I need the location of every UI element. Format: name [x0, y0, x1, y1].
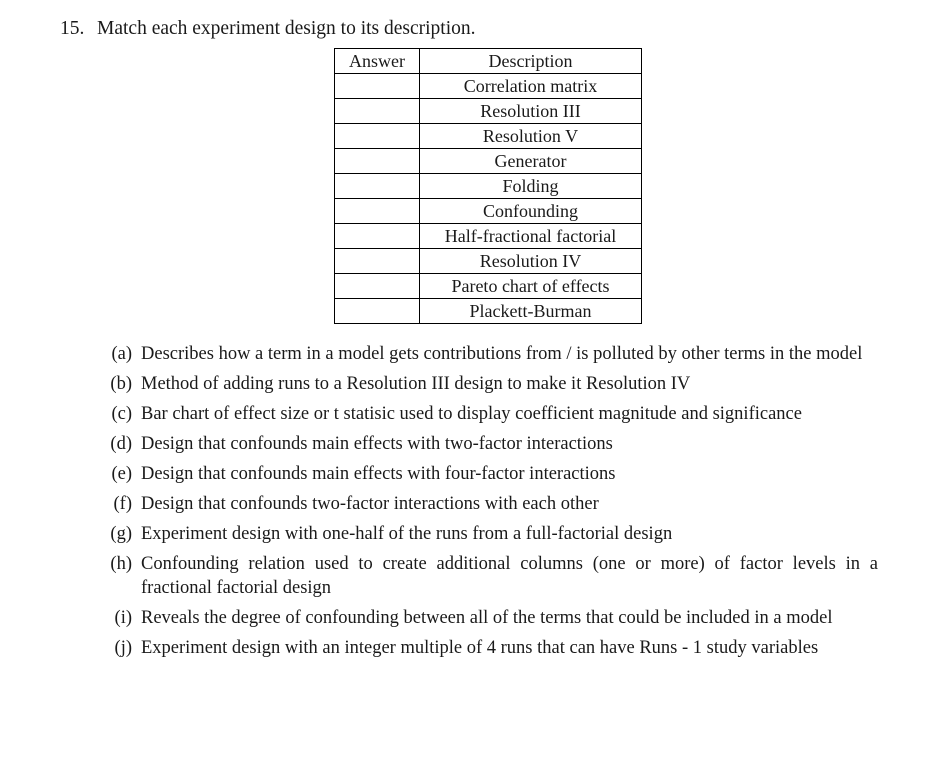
question-heading: 15. Match each experiment design to its … [60, 16, 880, 41]
option-text: Experiment design with one-half of the r… [141, 524, 673, 544]
option-item: (c) Bar chart of effect size or t statisi… [103, 402, 878, 426]
question-prompt: Match each experiment design to its desc… [97, 18, 476, 39]
table-row: Pareto chart of effects [334, 273, 642, 299]
description-cell: Pareto chart of effects [419, 273, 642, 299]
option-item: (f) Design that confounds two-factor inte… [103, 492, 878, 516]
table-header: Answer Description [334, 48, 642, 74]
description-cell: Half-fractional factorial [419, 223, 642, 249]
table-row: Half-fractional factorial [334, 223, 642, 249]
answer-cell[interactable] [334, 148, 420, 174]
table-row: Plackett-Burman [334, 298, 642, 324]
table-row: Resolution V [334, 123, 642, 149]
option-text: Design that confounds two-factor interac… [141, 494, 599, 514]
option-label: (c) [111, 404, 132, 424]
option-text: Describes how a term in a model gets con… [141, 344, 863, 364]
option-item: (a) Describes how a term in a model gets … [103, 342, 878, 366]
option-item: (d) Design that confounds main effects wi… [103, 432, 878, 456]
table-header-row: Answer Description [334, 48, 642, 74]
table-row: Resolution III [334, 98, 642, 124]
table-row: Generator [334, 148, 642, 174]
answer-cell[interactable] [334, 173, 420, 199]
answer-cell[interactable] [334, 298, 420, 324]
option-label: (j) [114, 638, 132, 658]
option-text: Bar chart of effect size or t statisic u… [141, 404, 802, 424]
option-label: (f) [113, 494, 132, 514]
answer-cell[interactable] [334, 73, 420, 99]
table-body: Correlation matrix Resolution III Resoluti… [334, 73, 642, 324]
option-item: (i) Reveals the degree of confounding bet… [103, 606, 878, 630]
question-number: 15. [60, 18, 85, 39]
option-item: (g) Experiment design with one-half of th… [103, 522, 878, 546]
table-row: Resolution IV [334, 248, 642, 274]
matching-table: Answer Description Correlation matrix Res… [334, 48, 642, 324]
answer-cell[interactable] [334, 123, 420, 149]
description-cell: Resolution IV [419, 248, 642, 274]
option-item: (h) Confounding relation used to create a… [103, 552, 878, 600]
description-cell: Plackett-Burman [419, 298, 642, 324]
answer-cell[interactable] [334, 273, 420, 299]
option-label: (g) [110, 524, 132, 544]
option-label: (b) [110, 374, 132, 394]
column-header-description: Description [419, 48, 642, 74]
option-text: Design that confounds main effects with … [141, 464, 616, 484]
option-item: (b) Method of adding runs to a Resolution… [103, 372, 878, 396]
option-item: (j) Experiment design with an integer mul… [103, 636, 878, 660]
option-label: (i) [114, 608, 132, 628]
description-cell: Folding [419, 173, 642, 199]
option-text: Confounding relation used to create addi… [141, 554, 878, 598]
option-label: (e) [111, 464, 132, 484]
option-text: Design that confounds main effects with … [141, 434, 613, 454]
table-row: Correlation matrix [334, 73, 642, 99]
option-text: Experiment design with an integer multip… [141, 638, 819, 658]
answer-cell[interactable] [334, 98, 420, 124]
option-text: Method of adding runs to a Resolution II… [141, 374, 691, 394]
description-cell: Resolution III [419, 98, 642, 124]
description-cell: Correlation matrix [419, 73, 642, 99]
description-cell: Resolution V [419, 123, 642, 149]
option-item: (e) Design that confounds main effects wi… [103, 462, 878, 486]
options-list: (a) Describes how a term in a model gets … [103, 342, 878, 666]
option-label: (h) [110, 554, 132, 574]
option-label: (d) [110, 434, 132, 454]
option-text: Reveals the degree of confounding betwee… [141, 608, 833, 628]
answer-cell[interactable] [334, 223, 420, 249]
answer-cell[interactable] [334, 248, 420, 274]
option-label: (a) [111, 344, 132, 364]
description-cell: Confounding [419, 198, 642, 224]
answer-cell[interactable] [334, 198, 420, 224]
table-row: Folding [334, 173, 642, 199]
column-header-answer: Answer [334, 48, 420, 74]
description-cell: Generator [419, 148, 642, 174]
table-row: Confounding [334, 198, 642, 224]
